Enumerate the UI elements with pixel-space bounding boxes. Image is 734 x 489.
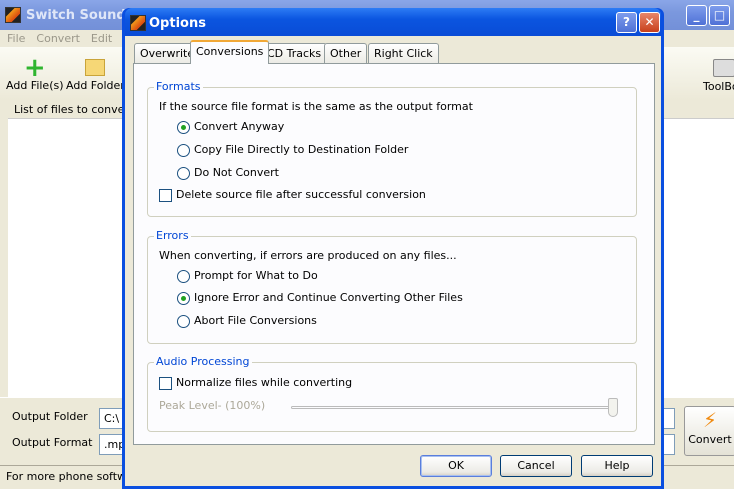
radio-icon	[177, 291, 190, 305]
dialog-body: Overwrite Conversions CD Tracks Other Ri…	[125, 36, 661, 486]
close-button[interactable]: ✕	[639, 12, 660, 33]
dialog-icon	[130, 15, 146, 31]
errors-label: Errors	[154, 229, 191, 242]
app-icon	[5, 7, 21, 23]
radio-icon	[177, 120, 190, 134]
radio-copy-file[interactable]: Copy File Directly to Destination Folder	[177, 143, 408, 157]
output-folder-label: Output Folder	[12, 410, 88, 423]
lightning-icon: ⚡	[702, 408, 718, 432]
tab-panel: Formats If the source file format is the…	[133, 63, 655, 445]
radio-convert-anyway[interactable]: Convert Anyway	[177, 120, 284, 134]
options-dialog: Options ? ✕ Overwrite Conversions CD Tra…	[122, 8, 664, 489]
peak-level-slider[interactable]	[291, 398, 618, 417]
peak-level-label: Peak Level- (100%)	[159, 399, 266, 412]
formats-prompt: If the source file format is the same as…	[159, 100, 473, 113]
menu-edit[interactable]: Edit	[91, 32, 112, 45]
formats-label: Formats	[154, 80, 203, 93]
minimize-button[interactable]: _	[686, 5, 707, 26]
delete-source-checkbox[interactable]: Delete source file after successful conv…	[159, 188, 426, 202]
tab-right-click[interactable]: Right Click	[368, 43, 439, 63]
errors-group: Errors When converting, if errors are pr…	[147, 229, 637, 344]
plus-icon: +	[23, 53, 46, 83]
add-folder-button[interactable]: Add Folder	[66, 57, 125, 92]
radio-icon	[177, 143, 190, 157]
toolbox-icon	[712, 59, 734, 77]
radio-icon	[177, 314, 190, 328]
radio-ignore-error[interactable]: Ignore Error and Continue Converting Oth…	[177, 291, 463, 305]
maximize-button[interactable]: □	[709, 5, 730, 26]
dialog-title-bar: Options ? ✕	[125, 8, 661, 36]
slider-thumb[interactable]	[608, 398, 618, 417]
radio-do-not-convert[interactable]: Do Not Convert	[177, 166, 279, 180]
ok-button[interactable]: OK	[420, 455, 492, 477]
radio-icon	[177, 269, 190, 283]
radio-prompt[interactable]: Prompt for What to Do	[177, 269, 318, 283]
normalize-checkbox[interactable]: Normalize files while converting	[159, 376, 352, 390]
tab-cd-tracks[interactable]: CD Tracks	[261, 43, 328, 63]
audio-processing-group: Audio Processing Normalize files while c…	[147, 355, 637, 432]
tab-other[interactable]: Other	[324, 43, 368, 63]
folder-icon	[85, 59, 106, 76]
radio-abort[interactable]: Abort File Conversions	[177, 314, 317, 328]
radio-icon	[177, 166, 190, 180]
tab-conversions[interactable]: Conversions	[190, 40, 270, 64]
convert-button[interactable]: ⚡ Convert	[684, 406, 734, 456]
toolbox-button[interactable]: ToolBox	[703, 57, 734, 93]
checkbox-icon	[159, 376, 172, 390]
checkbox-icon	[159, 188, 172, 202]
dialog-title: Options	[149, 16, 206, 31]
menu-convert[interactable]: Convert	[36, 32, 80, 45]
add-files-button[interactable]: + Add File(s)	[6, 53, 64, 92]
audio-processing-label: Audio Processing	[154, 355, 252, 368]
help-title-button[interactable]: ?	[616, 12, 637, 33]
help-button[interactable]: Help	[581, 455, 653, 477]
menu-file[interactable]: File	[7, 32, 25, 45]
output-format-label: Output Format	[12, 436, 93, 449]
cancel-button[interactable]: Cancel	[500, 455, 572, 477]
errors-prompt: When converting, if errors are produced …	[159, 249, 457, 262]
formats-group: Formats If the source file format is the…	[147, 80, 637, 217]
